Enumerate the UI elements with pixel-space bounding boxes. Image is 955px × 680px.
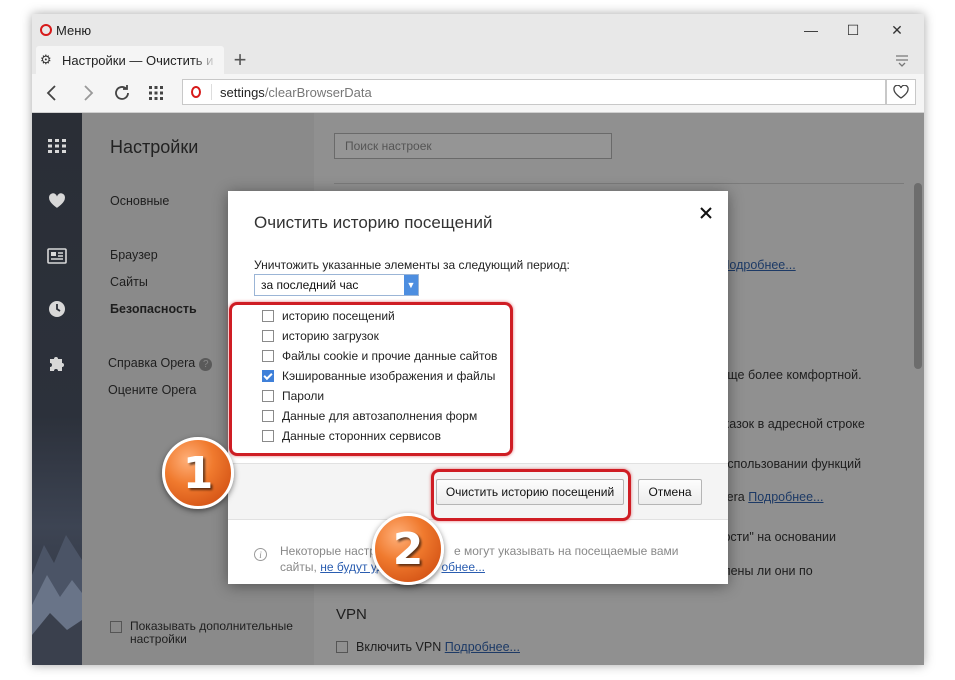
tab-menu-icon[interactable] bbox=[894, 52, 910, 68]
grid-icon bbox=[149, 86, 163, 100]
help-icon: ? bbox=[199, 358, 213, 371]
new-tab-button[interactable]: + bbox=[228, 47, 252, 72]
tab-bar: ⚙ Настройки — Очистить и + bbox=[32, 46, 924, 74]
bg-more-link[interactable]: Подробнее... bbox=[748, 490, 823, 504]
url-host: settings bbox=[220, 84, 265, 100]
bg-line: и еще более комфортной. bbox=[710, 368, 862, 382]
bg-line: овости" на основании bbox=[710, 530, 836, 544]
nav-help-link[interactable]: Справка Opera? bbox=[108, 356, 213, 371]
divider bbox=[334, 183, 904, 184]
extensions-puzzle-icon[interactable] bbox=[47, 353, 67, 373]
tab-settings[interactable]: ⚙ Настройки — Очистить и bbox=[36, 46, 224, 74]
sidebar-wallpaper bbox=[32, 535, 82, 665]
scrollbar[interactable] bbox=[914, 183, 922, 369]
show-advanced-box[interactable] bbox=[110, 621, 122, 633]
settings-search-input[interactable]: Поиск настроек bbox=[334, 133, 612, 159]
minimize-button[interactable]: — bbox=[796, 18, 826, 42]
period-select[interactable]: за последний час ▼ bbox=[254, 274, 419, 296]
gear-icon: ⚙ bbox=[40, 52, 52, 67]
speed-dial-button[interactable] bbox=[142, 80, 170, 106]
show-advanced-checkbox[interactable]: Показывать дополнительные настройки bbox=[110, 620, 300, 646]
vpn-more-link[interactable]: Подробнее... bbox=[445, 640, 520, 654]
vpn-checkbox-box[interactable] bbox=[336, 641, 348, 653]
speed-dial-icon[interactable] bbox=[47, 136, 67, 156]
title-bar: Меню — ☐ ✕ bbox=[32, 14, 924, 46]
url-path: /clearBrowserData bbox=[264, 84, 372, 100]
opera-menu-button[interactable]: Меню bbox=[40, 21, 91, 39]
tab-title: Настройки — Очистить и bbox=[62, 52, 214, 68]
step-marker-1: 1 bbox=[162, 437, 234, 509]
bg-line: 5 использовании функций bbox=[710, 457, 862, 471]
url-separator bbox=[211, 84, 212, 100]
help-label: Справка Opera bbox=[108, 356, 196, 370]
back-button[interactable] bbox=[38, 80, 66, 106]
cancel-button[interactable]: Отмена bbox=[638, 479, 702, 505]
bg-line: дсказок в адресной строке bbox=[710, 417, 865, 431]
period-label: Уничтожить указанные элементы за следующ… bbox=[254, 258, 570, 272]
options-highlight bbox=[229, 302, 513, 456]
nav-item-basic[interactable]: Основные bbox=[110, 194, 169, 208]
dialog-note-line1: Некоторые настр е могут указывать на посе… bbox=[280, 544, 679, 558]
news-icon[interactable] bbox=[47, 246, 67, 266]
close-icon bbox=[700, 207, 712, 219]
settings-title: Настройки bbox=[110, 137, 199, 157]
bg-more-link[interactable]: Подробнее... bbox=[720, 258, 795, 272]
show-advanced-label: Показывать дополнительные настройки bbox=[130, 619, 293, 646]
opera-logo-icon bbox=[40, 24, 52, 36]
vpn-enable-checkbox[interactable]: Включить VPN Подробнее... bbox=[336, 640, 520, 654]
nav-item-sites[interactable]: Сайты bbox=[110, 275, 148, 289]
opera-page-icon bbox=[191, 86, 201, 98]
period-value: за последний час bbox=[261, 278, 359, 292]
step-marker-2: 2 bbox=[372, 513, 444, 585]
vpn-enable-label: Включить VPN bbox=[356, 640, 442, 654]
menu-label: Меню bbox=[56, 22, 92, 38]
close-window-button[interactable]: ✕ bbox=[882, 18, 912, 42]
vpn-section-title: VPN bbox=[336, 606, 367, 623]
info-icon: i bbox=[254, 548, 267, 561]
forward-arrow-icon bbox=[84, 85, 94, 101]
clear-button-highlight bbox=[431, 469, 631, 521]
bookmarks-heart-icon[interactable] bbox=[47, 191, 67, 211]
chevron-down-icon: ▼ bbox=[404, 275, 418, 295]
bookmark-heart-button[interactable] bbox=[886, 79, 916, 105]
back-arrow-icon bbox=[46, 85, 56, 101]
forward-button[interactable] bbox=[74, 80, 102, 106]
reload-button[interactable] bbox=[108, 80, 136, 106]
opera-sidebar bbox=[32, 113, 82, 665]
history-clock-icon[interactable] bbox=[47, 299, 67, 319]
maximize-button[interactable]: ☐ bbox=[838, 18, 868, 42]
dialog-close-button[interactable] bbox=[696, 203, 716, 223]
heart-icon bbox=[893, 85, 909, 99]
nav-item-security[interactable]: Безопасность bbox=[110, 302, 197, 316]
url-input[interactable]: settings/clearBrowserData bbox=[182, 79, 886, 105]
nav-item-browser[interactable]: Браузер bbox=[110, 248, 158, 262]
address-bar: settings/clearBrowserData bbox=[32, 74, 924, 113]
note-more-link[interactable]: обнее... bbox=[441, 560, 485, 574]
nav-rate-link[interactable]: Оцените Opera bbox=[108, 383, 196, 397]
dialog-title: Очистить историю посещений bbox=[254, 213, 493, 232]
reload-icon bbox=[115, 85, 129, 100]
